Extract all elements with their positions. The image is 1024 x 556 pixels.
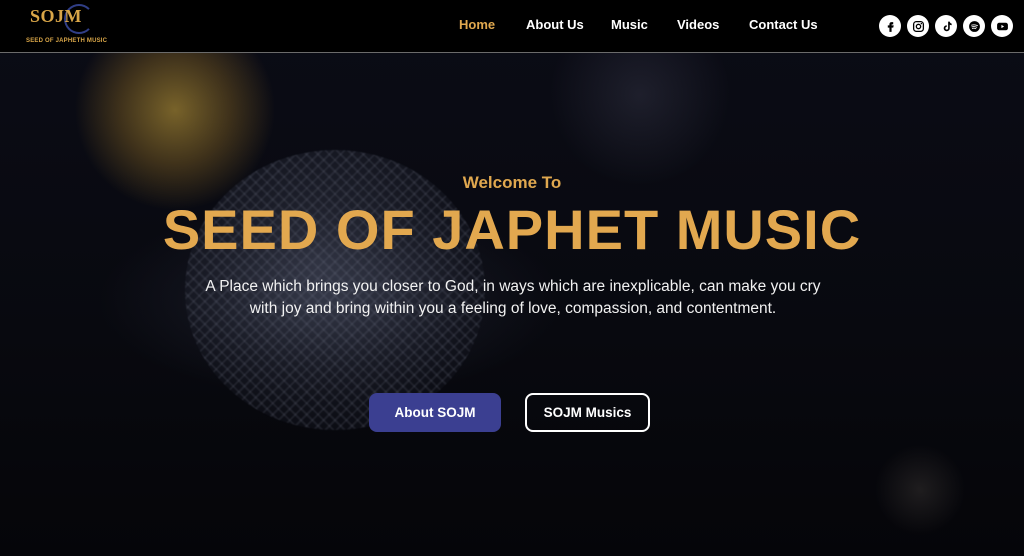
instagram-icon[interactable] [907,15,929,37]
nav-item-videos[interactable]: Videos [677,17,719,32]
page-title: SEED OF JAPHET MUSIC [162,198,862,261]
nav-item-contact-us[interactable]: Contact Us [749,17,818,32]
about-sojm-button[interactable]: About SOJM [369,393,501,432]
logo[interactable]: SOJM SEED OF JAPHETH MUSIC [26,4,107,48]
site-header: SOJM SEED OF JAPHETH MUSIC Home About Us… [0,0,1024,53]
facebook-icon[interactable] [879,15,901,37]
hero-description: A Place which brings you closer to God, … [205,278,821,317]
welcome-text: Welcome To [462,173,562,192]
nav-item-music[interactable]: Music [611,17,648,32]
spotify-icon[interactable] [963,15,985,37]
youtube-icon[interactable] [991,15,1013,37]
logo-mark: SOJM [30,6,83,26]
tiktok-icon[interactable] [935,15,957,37]
nav-item-home[interactable]: Home [459,17,495,32]
nav-item-about-us[interactable]: About Us [526,17,584,32]
logo-subtitle: SEED OF JAPHETH MUSIC [26,38,108,44]
sojm-musics-button[interactable]: SOJM Musics [525,393,650,432]
